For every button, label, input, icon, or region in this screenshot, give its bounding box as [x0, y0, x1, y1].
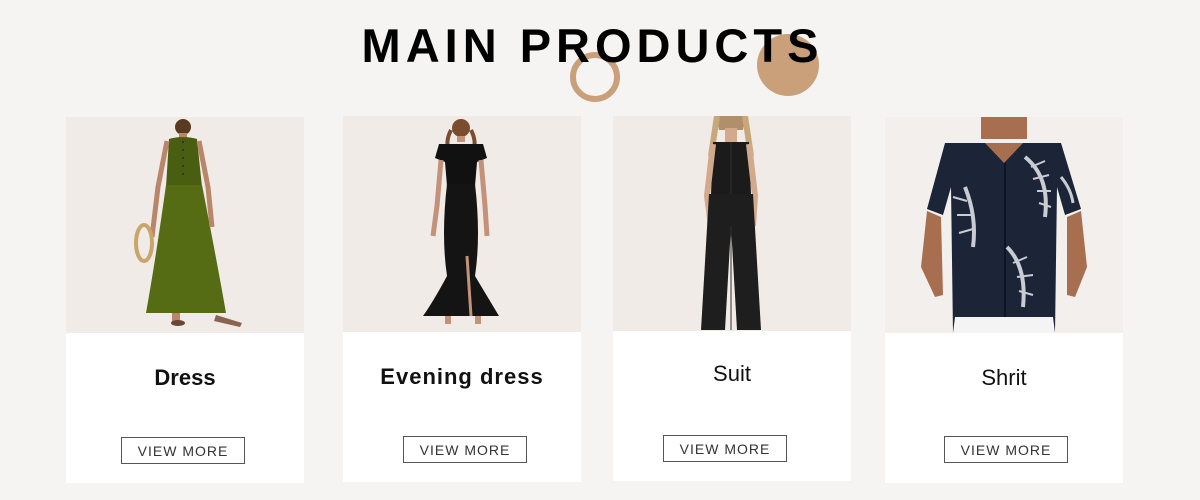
product-card-shrit[interactable]: Shrit VIEW MORE — [885, 117, 1123, 483]
view-more-button[interactable]: VIEW MORE — [944, 436, 1068, 463]
product-name: Evening dress — [380, 364, 544, 389]
product-body-evening-dress: Evening dress VIEW MORE — [343, 332, 581, 482]
product-body-suit: Suit VIEW MORE — [613, 331, 851, 481]
view-more-button[interactable]: VIEW MORE — [403, 436, 527, 463]
view-more-button[interactable]: VIEW MORE — [663, 435, 787, 462]
product-image-evening-dress[interactable] — [343, 116, 581, 332]
section-title: MAIN PRODUCTS — [361, 19, 824, 72]
view-more-button[interactable]: VIEW MORE — [121, 437, 245, 464]
product-name: Dress — [154, 365, 216, 390]
product-card-suit[interactable]: Suit VIEW MORE — [613, 116, 851, 481]
product-body-dress: Dress VIEW MORE — [66, 333, 304, 483]
product-image-suit[interactable] — [613, 116, 851, 331]
product-name: Suit — [713, 361, 751, 386]
product-image-dress[interactable] — [66, 117, 304, 333]
product-card-evening-dress[interactable]: Evening dress VIEW MORE — [343, 116, 581, 482]
product-name: Shrit — [981, 365, 1027, 390]
product-body-shrit: Shrit VIEW MORE — [885, 333, 1123, 483]
product-card-dress[interactable]: Dress VIEW MORE — [66, 117, 304, 483]
product-image-shrit[interactable] — [885, 117, 1123, 333]
